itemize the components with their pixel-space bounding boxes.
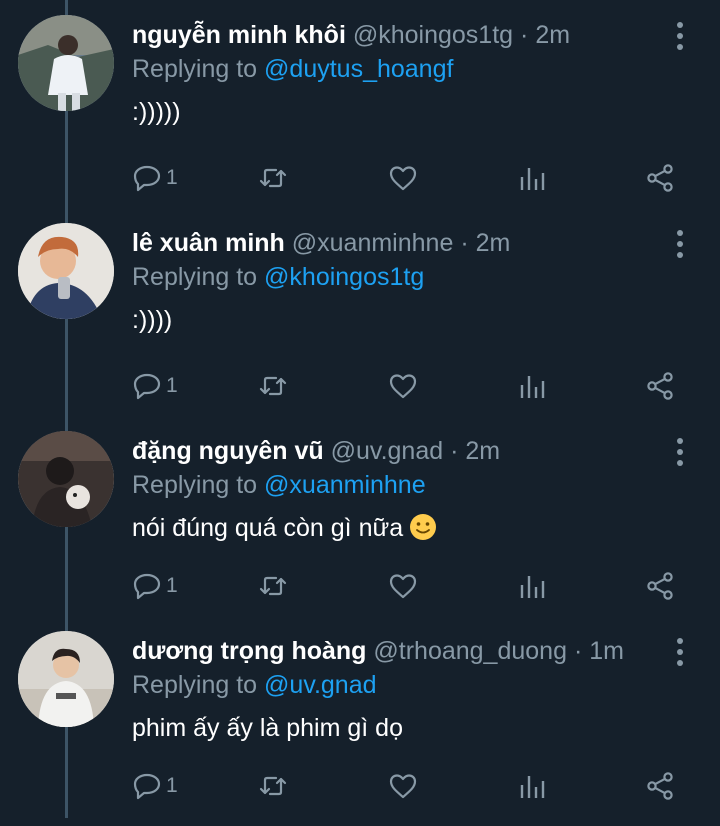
- display-name[interactable]: dương trọng hoàng: [132, 637, 366, 665]
- reply-tweet[interactable]: lê xuân minh @xuanminhne · 2m Replying t…: [0, 208, 720, 418]
- more-options-icon[interactable]: [666, 226, 694, 262]
- reply-button[interactable]: 1: [132, 566, 178, 606]
- reply-tweet[interactable]: đặng nguyên vũ @uv.gnad · 2m Replying to…: [0, 416, 720, 626]
- display-name[interactable]: lê xuân minh: [132, 229, 285, 257]
- analytics-icon: [520, 376, 545, 398]
- timestamp: 1m: [589, 637, 624, 665]
- timestamp: 2m: [465, 437, 501, 465]
- retweet-button[interactable]: [258, 366, 288, 406]
- avatar[interactable]: [18, 223, 114, 319]
- separator-dot: ·: [573, 637, 583, 665]
- replying-to-label: Replying to: [132, 671, 258, 699]
- share-button[interactable]: [645, 766, 675, 806]
- share-icon: [647, 164, 673, 192]
- reply-icon: [133, 165, 161, 192]
- user-handle: @uv.gnad: [330, 437, 444, 465]
- reply-count: 1: [166, 374, 178, 397]
- tweet-text: :)))): [132, 306, 173, 334]
- reply-tweet[interactable]: nguyễn minh khôi @khoingos1tg · 2m Reply…: [0, 0, 720, 210]
- analytics-icon: [520, 776, 545, 798]
- analytics-icon: [520, 168, 545, 190]
- share-button[interactable]: [645, 566, 675, 606]
- user-handle: @trhoang_duong: [373, 637, 567, 665]
- reply-count: 1: [166, 166, 178, 189]
- reply-icon: [133, 773, 161, 800]
- like-button[interactable]: [388, 366, 418, 406]
- reply-count: 1: [166, 574, 178, 597]
- reply-icon: [133, 373, 161, 400]
- share-icon: [647, 372, 673, 400]
- retweet-icon: [259, 776, 287, 796]
- avatar[interactable]: [18, 15, 114, 111]
- slightly-smiling-face-icon: [410, 514, 437, 540]
- share-icon: [647, 572, 673, 600]
- more-options-icon[interactable]: [666, 18, 694, 54]
- more-options-icon[interactable]: [666, 434, 694, 470]
- separator-dot: ·: [460, 229, 469, 257]
- retweet-button[interactable]: [258, 158, 288, 198]
- like-button[interactable]: [388, 766, 418, 806]
- mention-link[interactable]: @uv.gnad: [264, 671, 377, 699]
- heart-icon: [389, 374, 417, 399]
- retweet-button[interactable]: [258, 566, 288, 606]
- replying-to-label: Replying to: [132, 263, 258, 291]
- analytics-button[interactable]: [517, 766, 547, 806]
- like-button[interactable]: [388, 158, 418, 198]
- separator-dot: ·: [520, 21, 529, 49]
- tweet-text: :))))): [132, 98, 181, 126]
- tweet-text: nói đúng quá còn gì nữa: [132, 514, 404, 542]
- more-options-icon[interactable]: [666, 634, 694, 670]
- timestamp: 2m: [475, 229, 511, 257]
- retweet-button[interactable]: [258, 766, 288, 806]
- reply-button[interactable]: 1: [132, 766, 178, 806]
- analytics-button[interactable]: [517, 366, 547, 406]
- share-button[interactable]: [645, 158, 675, 198]
- reply-icon: [133, 573, 161, 600]
- reply-tweet[interactable]: dương trọng hoàng @trhoang_duong · 1m Re…: [0, 616, 720, 826]
- timestamp: 2m: [535, 21, 571, 49]
- user-handle: @khoingos1tg: [352, 21, 514, 49]
- mention-link[interactable]: @xuanminhne: [264, 471, 426, 499]
- reply-button[interactable]: 1: [132, 158, 178, 198]
- avatar[interactable]: [18, 631, 114, 727]
- analytics-button[interactable]: [517, 566, 547, 606]
- like-button[interactable]: [388, 566, 418, 606]
- avatar[interactable]: [18, 431, 114, 527]
- display-name[interactable]: nguyễn minh khôi: [132, 21, 346, 49]
- display-name[interactable]: đặng nguyên vũ: [132, 437, 324, 465]
- tweet-text: phim ấy ấy là phim gì dọ: [132, 714, 403, 742]
- mention-link[interactable]: @duytus_hoangf: [264, 55, 453, 83]
- separator-dot: ·: [450, 437, 459, 465]
- replying-to-label: Replying to: [132, 55, 258, 83]
- analytics-button[interactable]: [517, 158, 547, 198]
- heart-icon: [389, 774, 417, 799]
- share-button[interactable]: [645, 366, 675, 406]
- retweet-icon: [259, 168, 287, 188]
- replying-to-label: Replying to: [132, 471, 258, 499]
- heart-icon: [389, 574, 417, 599]
- share-icon: [647, 772, 673, 800]
- user-handle: @xuanminhne: [291, 229, 454, 257]
- analytics-icon: [520, 576, 545, 598]
- heart-icon: [389, 166, 417, 191]
- retweet-icon: [259, 576, 287, 596]
- reply-count: 1: [166, 774, 178, 797]
- mention-link[interactable]: @khoingos1tg: [264, 263, 424, 291]
- retweet-icon: [259, 376, 287, 396]
- reply-button[interactable]: 1: [132, 366, 178, 406]
